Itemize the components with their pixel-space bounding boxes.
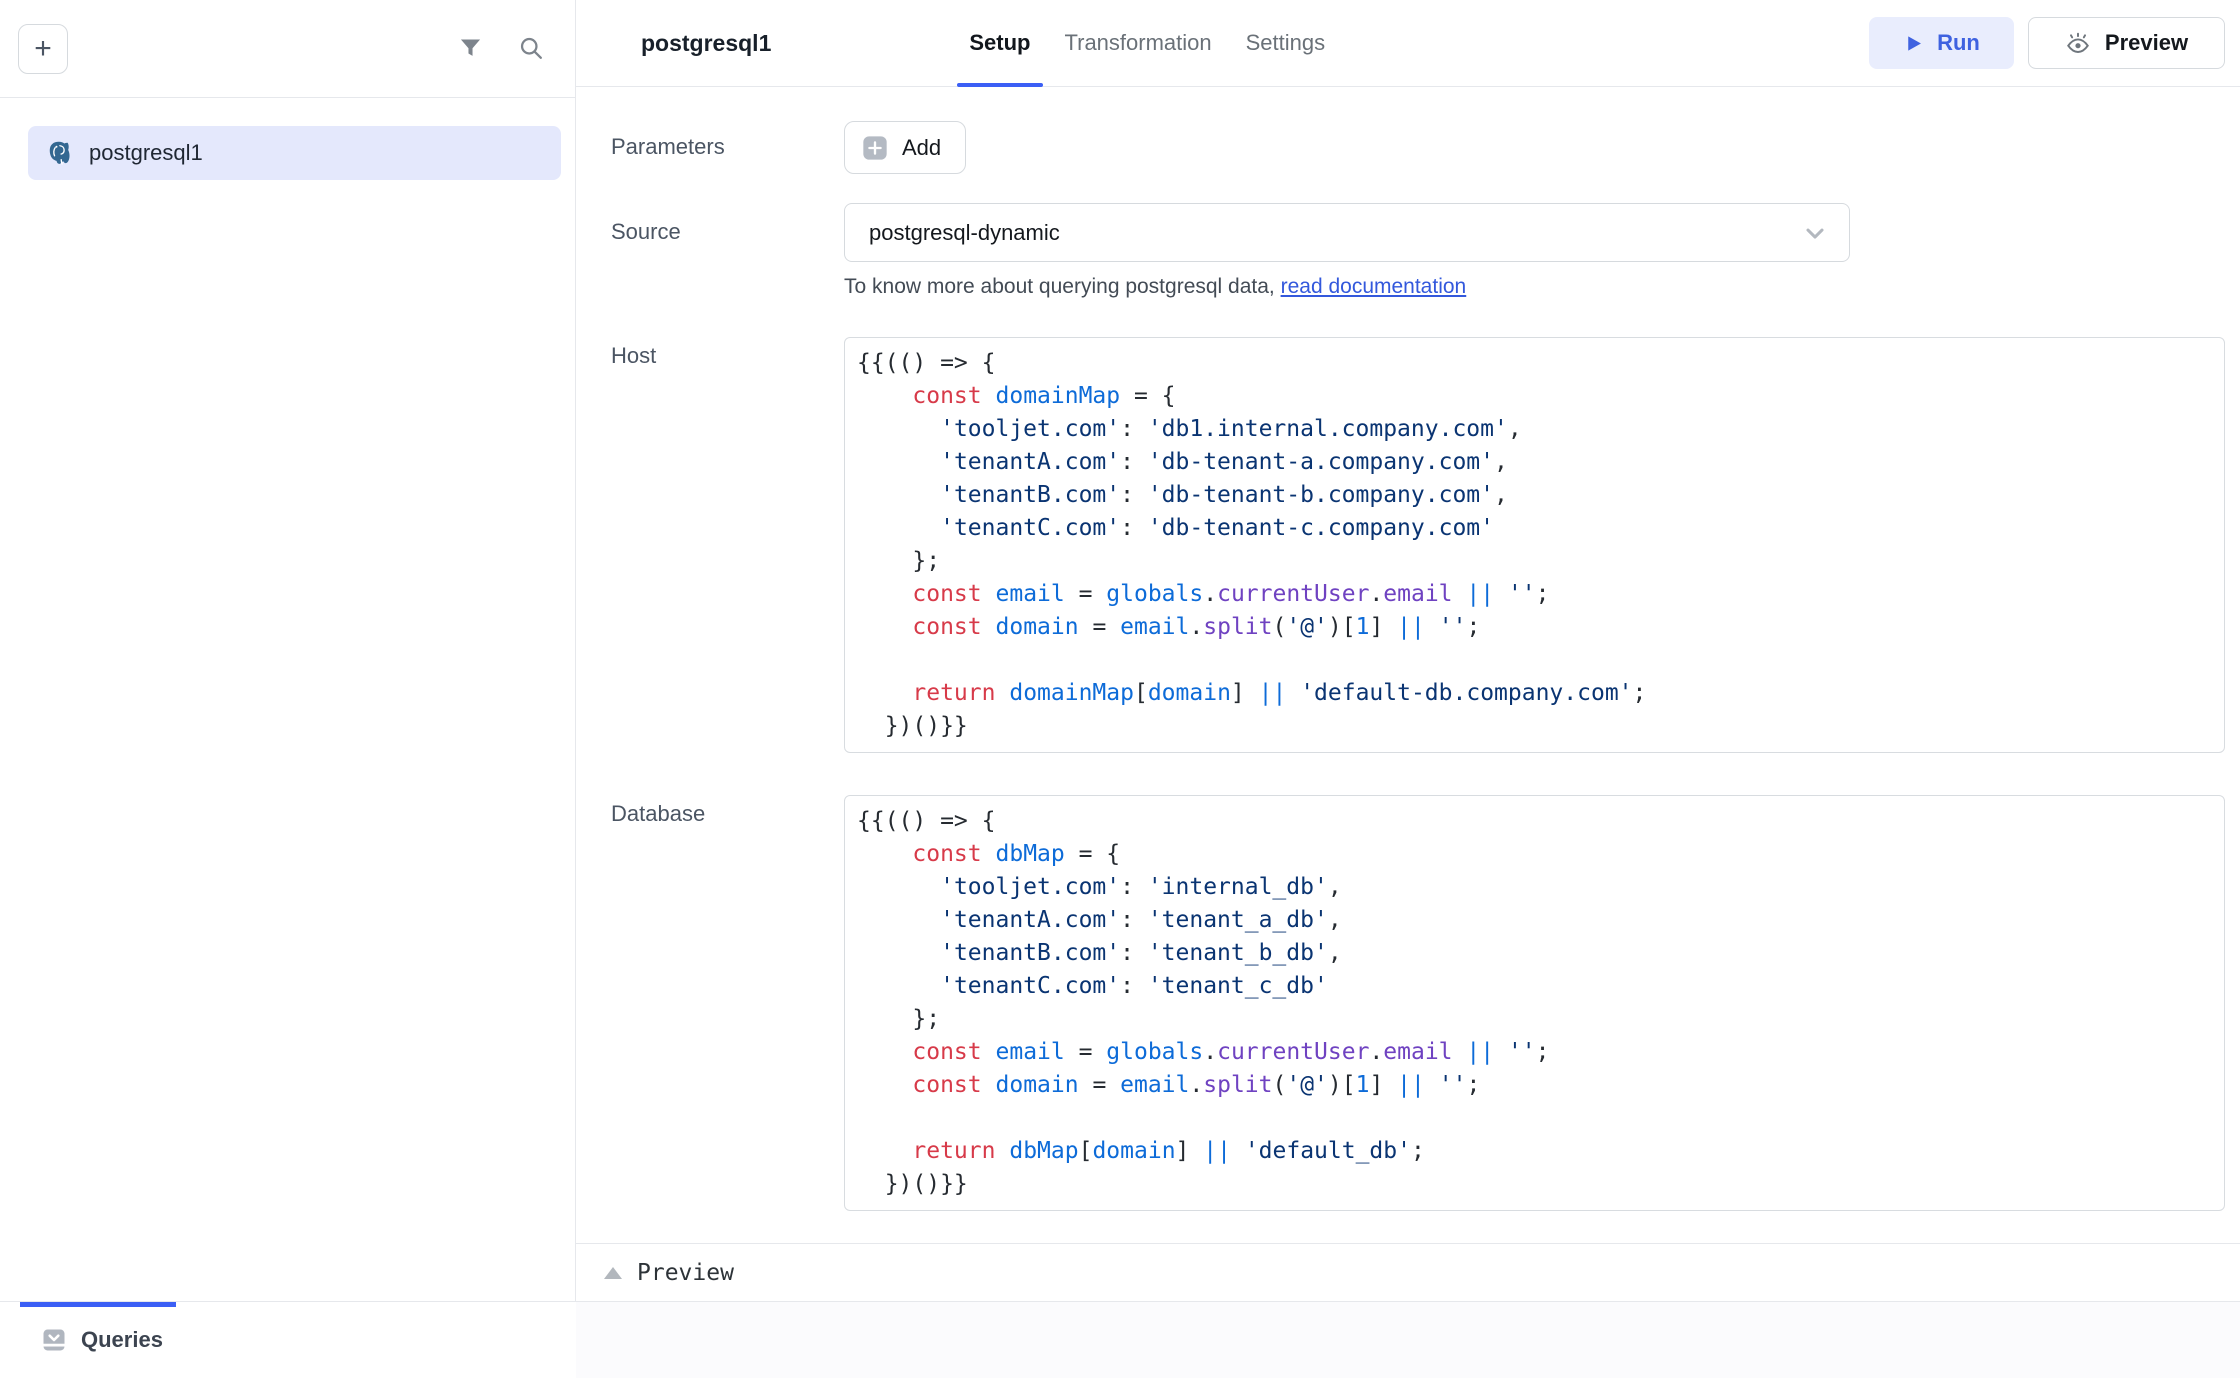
search-queries-button[interactable]	[518, 35, 545, 62]
read-documentation-link[interactable]: read documentation	[1281, 275, 1467, 298]
queries-tab-label: Queries	[81, 1327, 163, 1353]
queries-icon	[40, 1326, 68, 1354]
database-label: Database	[611, 795, 844, 1211]
bottom-panel-bar: Queries	[0, 1301, 2240, 1378]
footer-spacer	[576, 1302, 2240, 1378]
play-icon	[1903, 33, 1924, 54]
parameters-row: Parameters Add	[611, 121, 2225, 174]
filter-queries-button[interactable]	[457, 35, 484, 62]
preview-collapse-bar[interactable]: Preview	[576, 1243, 2240, 1301]
filter-icon	[457, 35, 484, 62]
database-code-editor[interactable]: {{(() => { const dbMap = { 'tooljet.com'…	[844, 795, 2225, 1211]
setup-form: Parameters Add Source postgresql-dynamic	[576, 87, 2240, 1243]
source-label: Source	[611, 203, 844, 299]
query-editor-panel: postgresql1 Setup Transformation Setting…	[576, 0, 2240, 1301]
preview-button[interactable]: Preview	[2028, 17, 2225, 69]
tab-settings[interactable]: Settings	[1234, 0, 1338, 86]
preview-button-label: Preview	[2105, 30, 2188, 56]
query-list: postgresql1	[0, 98, 575, 1301]
eye-icon	[2065, 30, 2091, 56]
source-select-value: postgresql-dynamic	[869, 220, 1060, 246]
query-title: postgresql1	[641, 30, 771, 57]
query-list-item-postgresql1[interactable]: postgresql1	[28, 126, 561, 180]
host-row: Host {{(() => { const domainMap = { 'too…	[611, 337, 2225, 753]
sidebar-toolbar-icons	[457, 35, 545, 62]
plus-icon: +	[34, 34, 52, 64]
query-item-label: postgresql1	[89, 140, 203, 166]
add-parameter-button[interactable]: Add	[844, 121, 966, 174]
host-code-editor[interactable]: {{(() => { const domainMap = { 'tooljet.…	[844, 337, 2225, 753]
main-row: + postgre	[0, 0, 2240, 1301]
run-button-label: Run	[1937, 30, 1980, 56]
source-helper-text: To know more about querying postgresql d…	[844, 275, 2225, 299]
tooljet-query-editor: + postgre	[0, 0, 2240, 1378]
search-icon	[518, 35, 545, 62]
host-label: Host	[611, 337, 844, 753]
add-query-button[interactable]: +	[18, 24, 68, 74]
queries-panel-tab[interactable]: Queries	[0, 1302, 576, 1378]
add-parameter-label: Add	[902, 135, 941, 161]
tab-transformation[interactable]: Transformation	[1053, 0, 1224, 86]
source-row: Source postgresql-dynamic To know more a…	[611, 203, 2225, 299]
database-row: Database {{(() => { const dbMap = { 'too…	[611, 795, 2225, 1211]
query-header: postgresql1 Setup Transformation Setting…	[576, 0, 2240, 87]
sidebar-toolbar: +	[0, 0, 575, 98]
plus-square-icon	[861, 134, 889, 162]
run-button[interactable]: Run	[1869, 17, 2014, 69]
header-actions: Run Preview	[1869, 17, 2225, 69]
preview-collapse-label: Preview	[637, 1260, 734, 1286]
query-tabs: Setup Transformation Settings	[957, 0, 1337, 86]
tab-setup[interactable]: Setup	[957, 0, 1042, 86]
collapse-triangle-icon	[604, 1267, 622, 1279]
source-select[interactable]: postgresql-dynamic	[844, 203, 1850, 262]
queries-sidebar: + postgre	[0, 0, 576, 1301]
parameters-label: Parameters	[611, 121, 844, 174]
chevron-down-icon	[1801, 219, 1829, 247]
postgresql-icon	[46, 140, 73, 167]
